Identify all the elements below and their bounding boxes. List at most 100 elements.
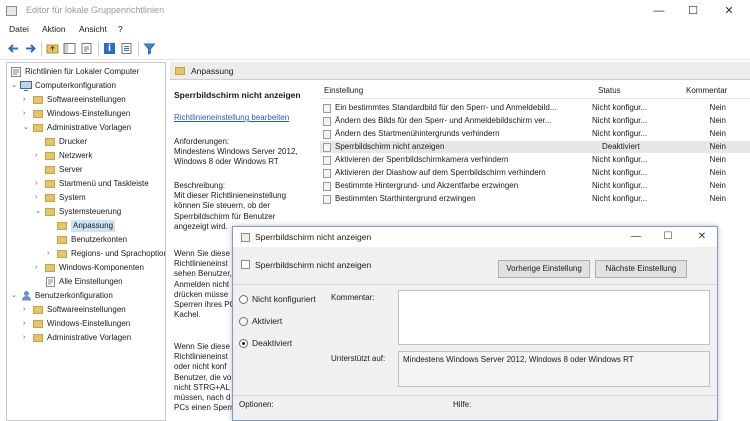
folder-icon xyxy=(45,166,55,174)
policy-setting-icon xyxy=(323,104,331,113)
folder-icon xyxy=(33,124,43,132)
toolbar-separator xyxy=(98,42,99,56)
folder-icon xyxy=(33,96,43,104)
policy-dialog: Sperrbildschirm nicht anzeigen — ☐ ✕ Spe… xyxy=(232,226,718,421)
toolbar-separator xyxy=(138,42,139,56)
content-header-title: Anpassung xyxy=(191,66,234,76)
dialog-minimize-button[interactable]: — xyxy=(621,227,651,247)
policy-setting-icon xyxy=(323,143,331,152)
folder-icon xyxy=(57,236,67,244)
folder-icon xyxy=(45,264,55,272)
description-title: Sperrbildschirm nicht anzeigen xyxy=(174,90,301,100)
menu-ansicht[interactable]: Ansicht xyxy=(79,24,107,34)
folder-icon xyxy=(33,306,43,314)
folder-icon xyxy=(57,222,67,230)
up-folder-icon[interactable] xyxy=(46,42,59,55)
edit-policy-link[interactable]: Richtlinieneinstellung bearbeiten xyxy=(174,113,289,122)
toolbar-separator xyxy=(41,42,42,56)
column-header-status[interactable]: Status xyxy=(598,86,621,95)
dialog-titlebar: Sperrbildschirm nicht anzeigen — ☐ ✕ xyxy=(233,227,717,247)
table-row[interactable]: Aktivieren der Diashow auf dem Sperrbild… xyxy=(320,167,750,179)
policy-icon xyxy=(11,67,21,77)
dialog-maximize-button[interactable]: ☐ xyxy=(653,227,683,247)
previous-setting-button[interactable]: Vorherige Einstellung xyxy=(498,260,590,278)
chevron-down-icon[interactable]: ⌄ xyxy=(11,80,19,92)
close-button[interactable]: ✕ xyxy=(714,0,744,22)
back-icon[interactable] xyxy=(7,42,20,55)
folder-icon xyxy=(45,152,55,160)
policy-setting-icon xyxy=(241,260,250,269)
comment-label: Kommentar: xyxy=(331,293,375,302)
table-row[interactable]: Bestimmten Starthintergrund erzwingen Nic… xyxy=(320,193,750,205)
help-label: Hilfe: xyxy=(453,400,472,409)
folder-icon xyxy=(175,67,185,75)
folder-icon xyxy=(33,320,43,328)
column-header-comment[interactable]: Kommentar xyxy=(686,86,727,95)
properties-icon[interactable] xyxy=(120,42,133,55)
chevron-right-icon[interactable]: › xyxy=(23,332,31,344)
comment-field[interactable] xyxy=(398,290,710,345)
folder-icon xyxy=(33,334,43,342)
menu-datei[interactable]: Datei xyxy=(9,24,29,34)
policy-setting-icon xyxy=(323,195,331,204)
chevron-right-icon[interactable]: › xyxy=(35,150,43,162)
chevron-right-icon[interactable]: › xyxy=(23,304,31,316)
table-row[interactable]: Aktivieren der Sperrbildschirmkamera ver… xyxy=(320,154,750,166)
table-row[interactable]: Ändern des Bilds für den Sperr- und Anme… xyxy=(320,115,750,127)
folder-icon xyxy=(45,180,55,188)
supported-on-label: Unterstützt auf: xyxy=(331,354,386,363)
chevron-down-icon[interactable]: ⌄ xyxy=(35,206,43,218)
policy-setting-icon xyxy=(323,156,331,165)
policy-icon xyxy=(241,233,250,242)
policy-setting-icon xyxy=(323,169,331,178)
chevron-right-icon[interactable]: › xyxy=(35,192,43,204)
chevron-down-icon[interactable]: ⌄ xyxy=(11,290,19,302)
table-row[interactable]: Bestimmte Hintergrund- und Akzentfarbe e… xyxy=(320,180,750,192)
menu-bar: Datei Aktion Ansicht ? xyxy=(0,22,750,38)
chevron-right-icon[interactable]: › xyxy=(35,178,43,190)
table-row-selected[interactable]: Sperrbildschirm nicht anzeigen Deaktivier… xyxy=(320,141,750,153)
settings-page-icon xyxy=(46,277,55,287)
description-requirements: Anforderungen: Mindestens Windows Server… xyxy=(174,137,298,167)
radio-circle-selected[interactable] xyxy=(239,339,248,348)
column-header-setting[interactable]: Einstellung xyxy=(324,86,363,95)
tree-pane: Richtlinien für Lokaler Computer ⌄ Compu… xyxy=(6,62,166,421)
radio-circle[interactable] xyxy=(239,295,248,304)
next-setting-button[interactable]: Nächste Einstellung xyxy=(595,260,687,278)
menu-aktion[interactable]: Aktion xyxy=(42,24,66,34)
table-row[interactable]: Ein bestimmtes Standardbild für den Sper… xyxy=(320,102,750,114)
show-tree-icon[interactable] xyxy=(63,42,76,55)
menu-help[interactable]: ? xyxy=(118,24,123,34)
policy-setting-icon xyxy=(323,117,331,126)
policy-setting-icon xyxy=(323,130,331,139)
maximize-button[interactable]: ☐ xyxy=(678,0,708,22)
app-icon xyxy=(6,6,17,16)
folder-icon xyxy=(45,138,55,146)
chevron-right-icon[interactable]: › xyxy=(23,94,31,106)
export-icon[interactable] xyxy=(80,42,93,55)
chevron-down-icon[interactable]: ⌄ xyxy=(23,122,31,134)
description-text: Beschreibung: Mit dieser Richtlinieneins… xyxy=(174,181,287,231)
chevron-right-icon[interactable]: › xyxy=(35,262,43,274)
toolbar xyxy=(0,38,750,60)
table-row[interactable]: Ändern des Startmenühintergrunds verhind… xyxy=(320,128,750,140)
policy-setting-icon xyxy=(323,182,331,191)
content-header: Anpassung xyxy=(170,62,750,80)
folder-icon xyxy=(45,208,55,216)
forward-icon[interactable] xyxy=(24,42,37,55)
computer-icon xyxy=(20,81,32,91)
dialog-close-button[interactable]: ✕ xyxy=(687,227,717,247)
dialog-divider xyxy=(233,284,717,285)
filter-icon[interactable] xyxy=(143,42,156,55)
minimize-button[interactable]: — xyxy=(644,0,674,22)
chevron-right-icon[interactable]: › xyxy=(23,318,31,330)
folder-icon xyxy=(33,110,43,118)
dialog-title: Sperrbildschirm nicht anzeigen xyxy=(255,232,372,242)
help-icon[interactable] xyxy=(103,42,116,55)
window-titlebar: Editor für lokale Gruppenrichtlinien — ☐… xyxy=(0,0,750,22)
chevron-right-icon[interactable]: › xyxy=(47,248,55,260)
options-label: Optionen: xyxy=(239,400,274,409)
chevron-right-icon[interactable]: › xyxy=(23,108,31,120)
user-icon xyxy=(22,291,31,301)
radio-circle[interactable] xyxy=(239,317,248,326)
